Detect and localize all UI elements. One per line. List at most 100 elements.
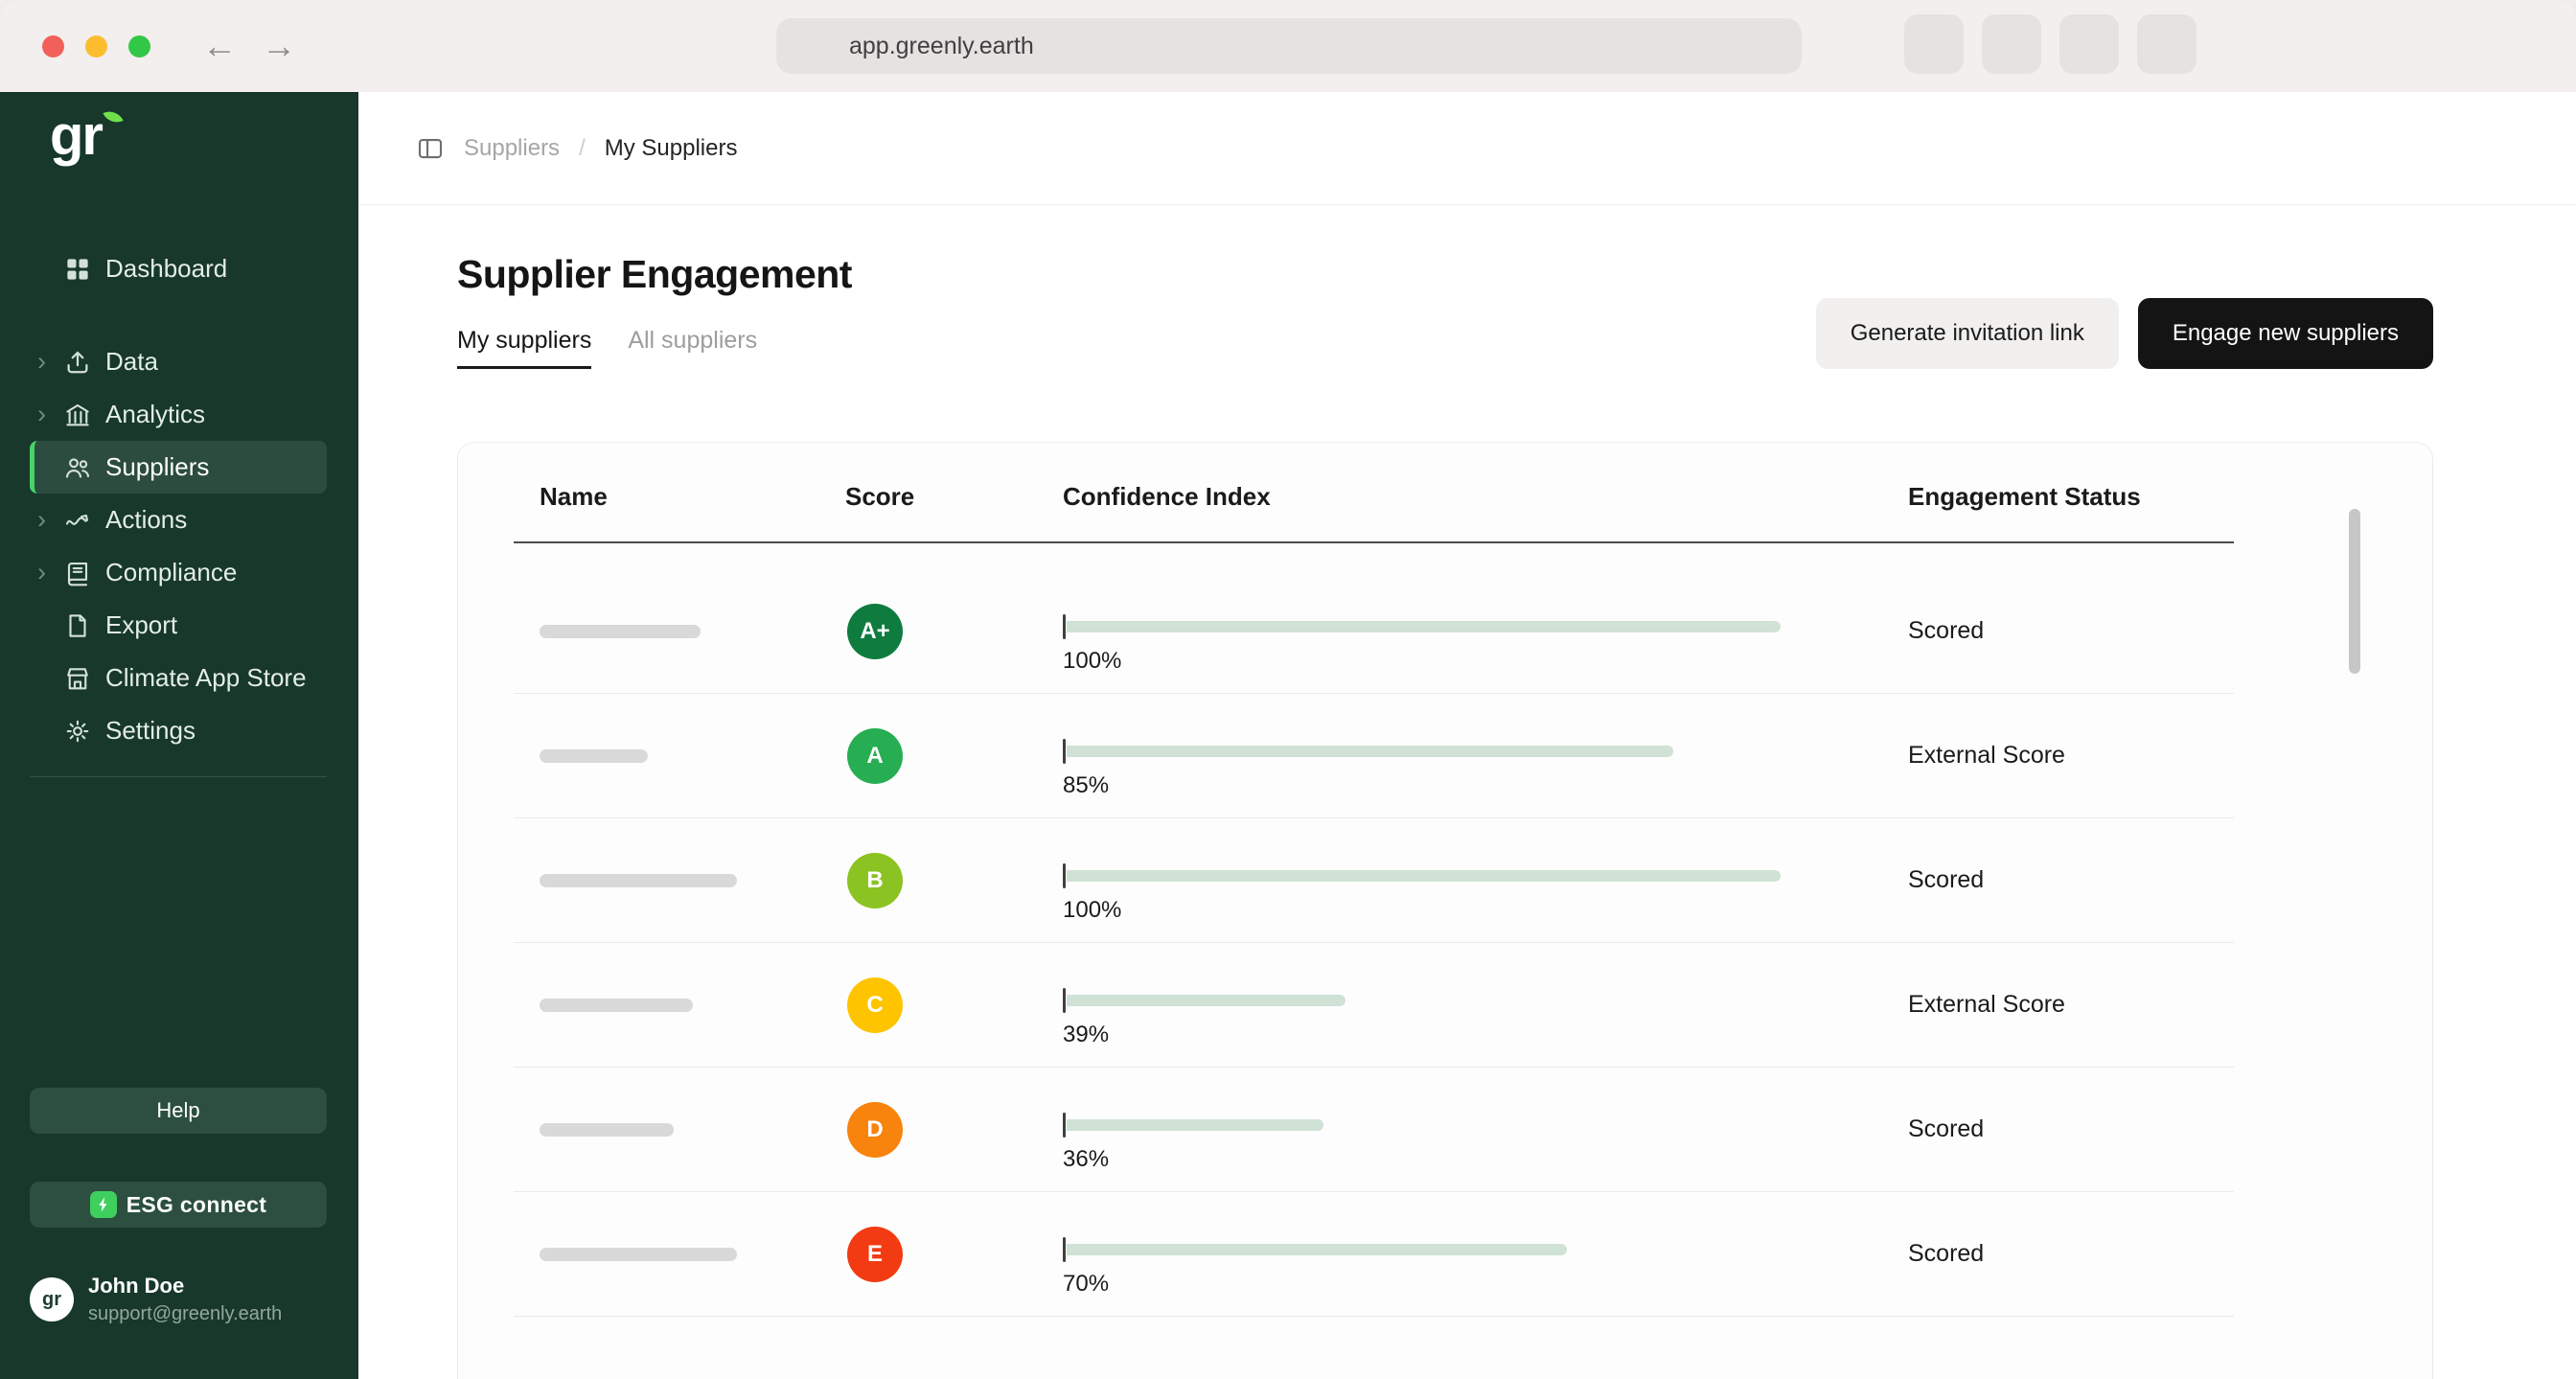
- browser-toolbar: [1904, 14, 2196, 74]
- bar-track: [1067, 1244, 1781, 1255]
- name-placeholder: [540, 999, 693, 1012]
- breadcrumb-section[interactable]: Suppliers: [464, 135, 560, 162]
- minimize-window-button[interactable]: [85, 35, 107, 57]
- engage-new-suppliers-button[interactable]: Engage new suppliers: [2138, 298, 2433, 369]
- user-name: John Doe: [88, 1274, 282, 1299]
- tab-my-suppliers[interactable]: My suppliers: [457, 327, 591, 369]
- actions-icon: [63, 506, 92, 535]
- score-badge: A: [847, 728, 903, 784]
- chevron-right-icon: [37, 507, 63, 533]
- sidebar-item-label: Compliance: [105, 558, 237, 587]
- bar-fill: [1067, 746, 1673, 757]
- name-placeholder: [540, 625, 701, 638]
- confidence-value: 100%: [1063, 648, 1908, 675]
- name-cell: [540, 1123, 845, 1137]
- name-cell: [540, 625, 845, 638]
- sidebar-toggle-icon[interactable]: [416, 134, 445, 163]
- confidence-cell: 100%: [1063, 850, 1908, 910]
- chevron-right-icon: [37, 402, 63, 427]
- confidence-value: 36%: [1063, 1146, 1908, 1173]
- user-info: John Doe support@greenly.earth: [88, 1274, 282, 1325]
- leaf-icon: [103, 106, 123, 126]
- user-email: support@greenly.earth: [88, 1303, 282, 1325]
- toolbar-button-4[interactable]: [2137, 14, 2196, 74]
- user-profile[interactable]: gr John Doe support@greenly.earth: [30, 1274, 327, 1325]
- name-placeholder: [540, 1248, 737, 1261]
- suppliers-icon: [63, 453, 92, 482]
- sidebar-item-export[interactable]: Export: [30, 599, 327, 652]
- sidebar-item-label: Analytics: [105, 400, 205, 429]
- esg-connect-badge[interactable]: ESG connect: [30, 1182, 327, 1228]
- sidebar-item-data[interactable]: Data: [30, 335, 327, 388]
- page-content: Supplier Engagement My suppliers All sup…: [358, 251, 2576, 1379]
- column-header-status: Engagement Status: [1908, 482, 2234, 512]
- sidebar-item-actions[interactable]: Actions: [30, 494, 327, 546]
- confidence-bar: 100%: [1063, 863, 1908, 924]
- browser-back-icon[interactable]: [202, 29, 237, 63]
- url-bar[interactable]: app.greenly.earth: [776, 18, 1802, 74]
- lightning-icon: [90, 1191, 117, 1218]
- name-cell: [540, 1248, 845, 1261]
- confidence-bar: 39%: [1063, 988, 1908, 1048]
- score-cell: A+: [845, 604, 1063, 659]
- column-header-confidence: Confidence Index: [1063, 482, 1908, 512]
- generate-invitation-link-button[interactable]: Generate invitation link: [1816, 298, 2119, 369]
- toolbar-button-1[interactable]: [1904, 14, 1964, 74]
- sidebar-item-label: Data: [105, 347, 158, 377]
- sidebar-item-dashboard[interactable]: Dashboard: [30, 242, 327, 295]
- confidence-cell: 100%: [1063, 601, 1908, 661]
- greenly-logo[interactable]: gr: [0, 92, 358, 168]
- bar-track: [1067, 870, 1781, 882]
- name-placeholder: [540, 1123, 674, 1137]
- sidebar-item-suppliers[interactable]: Suppliers: [30, 441, 327, 494]
- compliance-icon: [63, 559, 92, 587]
- close-window-button[interactable]: [42, 35, 64, 57]
- tab-all-suppliers[interactable]: All suppliers: [628, 327, 757, 369]
- tab-label: All suppliers: [628, 327, 757, 354]
- help-button[interactable]: Help: [30, 1088, 327, 1134]
- sidebar-item-label: Export: [105, 610, 177, 640]
- browser-forward-icon[interactable]: [262, 29, 296, 63]
- confidence-value: 70%: [1063, 1271, 1908, 1298]
- sidebar: gr Dashboard Data: [0, 92, 358, 1379]
- breadcrumb-current: My Suppliers: [605, 135, 738, 162]
- supplier-row[interactable]: A+ 100%: [514, 569, 2234, 694]
- bar-start-tick: [1063, 863, 1066, 888]
- name-placeholder: [540, 874, 737, 887]
- sidebar-item-settings[interactable]: Settings: [30, 704, 327, 757]
- supplier-row[interactable]: A 85%: [514, 694, 2234, 818]
- bar-fill: [1067, 1119, 1323, 1131]
- supplier-row[interactable]: C 39%: [514, 943, 2234, 1068]
- column-header-name: Name: [540, 482, 845, 512]
- supplier-row[interactable]: E 70%: [514, 1192, 2234, 1317]
- confidence-bar: 36%: [1063, 1113, 1908, 1173]
- logo-text: gr: [50, 103, 102, 168]
- confidence-bar-row: [1063, 614, 1908, 639]
- bar-track: [1067, 1119, 1781, 1131]
- sidebar-item-climate-app-store[interactable]: Climate App Store: [30, 652, 327, 704]
- main-area: Suppliers / My Suppliers Supplier Engage…: [358, 92, 2576, 1379]
- header-actions: Generate invitation link Engage new supp…: [1816, 298, 2433, 369]
- score-badge: A+: [847, 604, 903, 659]
- store-icon: [63, 664, 92, 693]
- sidebar-divider: [30, 776, 327, 777]
- engagement-status: Scored: [1908, 1240, 2234, 1268]
- table-header: Name Score Confidence Index Engagement S…: [514, 443, 2234, 543]
- confidence-bar-row: [1063, 988, 1908, 1013]
- sidebar-item-analytics[interactable]: Analytics: [30, 388, 327, 441]
- export-icon: [63, 611, 92, 640]
- engagement-status: Scored: [1908, 617, 2234, 645]
- score-cell: C: [845, 977, 1063, 1033]
- analytics-icon: [63, 401, 92, 429]
- browser-nav: [202, 29, 296, 63]
- scrollbar-thumb[interactable]: [2349, 509, 2360, 674]
- engagement-status: External Score: [1908, 742, 2234, 770]
- sidebar-item-compliance[interactable]: Compliance: [30, 546, 327, 599]
- maximize-window-button[interactable]: [128, 35, 150, 57]
- supplier-row[interactable]: D 36%: [514, 1068, 2234, 1192]
- score-cell: D: [845, 1102, 1063, 1158]
- toolbar-button-2[interactable]: [1982, 14, 2041, 74]
- supplier-row[interactable]: B 100%: [514, 818, 2234, 943]
- traffic-lights: [42, 35, 150, 57]
- toolbar-button-3[interactable]: [2059, 14, 2119, 74]
